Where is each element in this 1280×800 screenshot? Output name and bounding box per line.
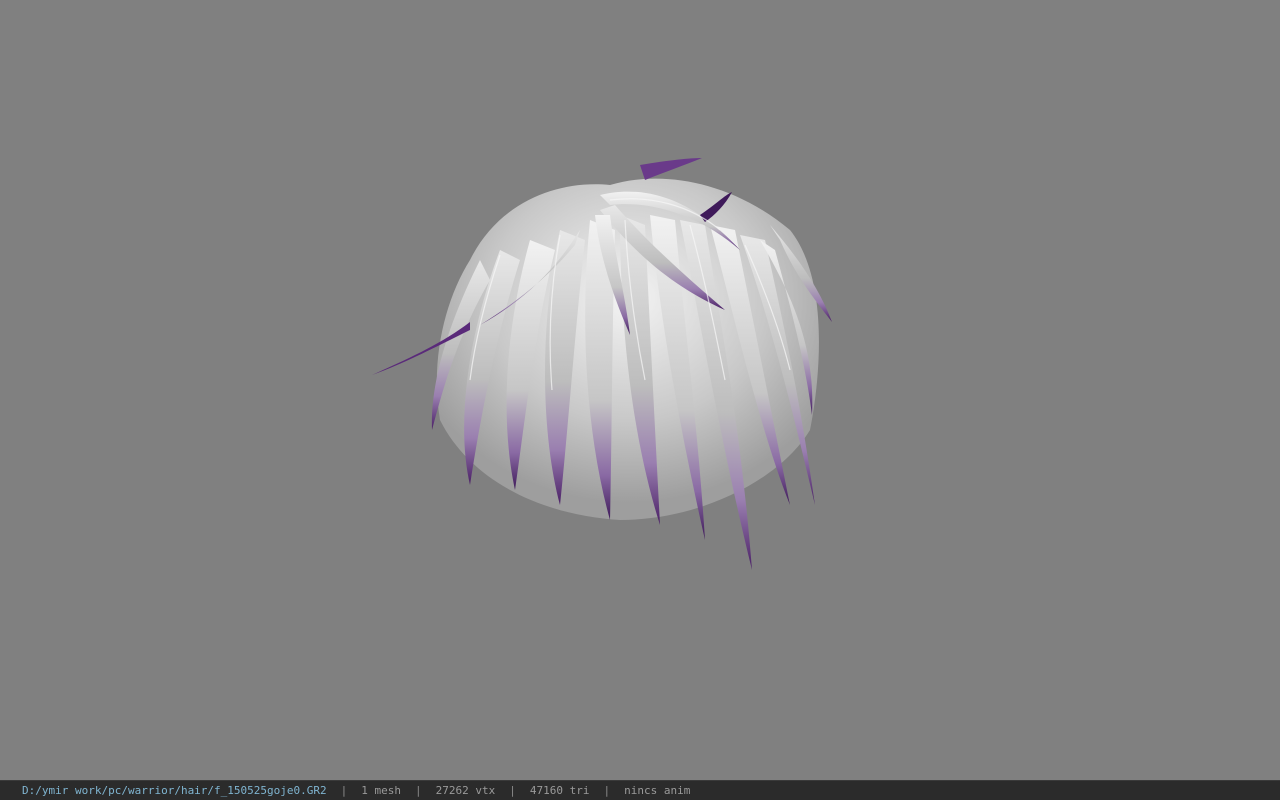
file-path: D:/ymir work/pc/warrior/hair/f_150525goj…	[22, 784, 327, 797]
status-separator: |	[415, 784, 422, 797]
status-bar: D:/ymir work/pc/warrior/hair/f_150525goj…	[0, 780, 1280, 800]
status-separator: |	[509, 784, 516, 797]
hair-model-render	[372, 158, 832, 570]
3d-viewport[interactable]	[0, 0, 1280, 780]
status-separator: |	[340, 784, 348, 797]
triangle-count: 47160 tri	[529, 784, 590, 797]
vertex-count: 27262 vtx	[435, 784, 496, 797]
status-separator: |	[603, 784, 611, 797]
mesh-count: 1 mesh	[361, 784, 402, 797]
animation-status: nincs anim	[624, 784, 691, 797]
